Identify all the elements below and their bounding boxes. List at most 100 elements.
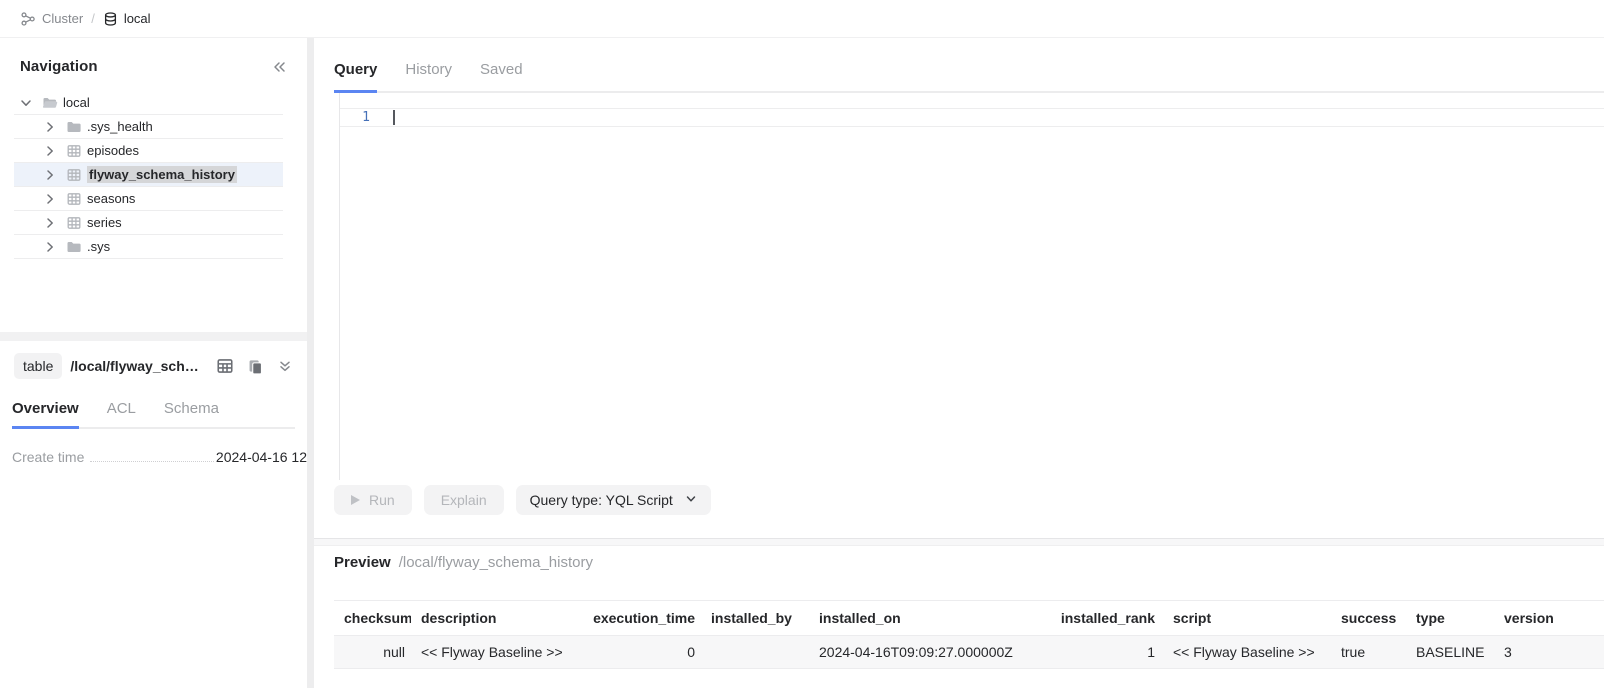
expand-panel-icon[interactable] bbox=[277, 358, 293, 374]
explain-button-label: Explain bbox=[441, 492, 487, 508]
collapse-sidebar-button[interactable] bbox=[271, 59, 287, 75]
explain-button[interactable]: Explain bbox=[424, 485, 504, 515]
tree-item-label: flyway_schema_history bbox=[87, 166, 237, 183]
tree-item-label: .sys_health bbox=[87, 119, 153, 134]
tab-query[interactable]: Query bbox=[334, 38, 377, 93]
column-header-type[interactable]: type bbox=[1406, 601, 1494, 636]
tree-item-flyway-schema-history[interactable]: flyway_schema_history bbox=[14, 163, 283, 187]
chevron-right-icon[interactable] bbox=[43, 216, 57, 230]
tab-schema[interactable]: Schema bbox=[164, 379, 219, 429]
navigation-tree: local .sys_health bbox=[0, 91, 307, 259]
chevron-right-icon[interactable] bbox=[43, 192, 57, 206]
query-type-label: Query type: YQL Script bbox=[530, 492, 673, 508]
sidebar: Navigation bbox=[0, 38, 307, 688]
tree-item-episodes[interactable]: episodes bbox=[14, 139, 283, 163]
tree-item-label: series bbox=[87, 215, 122, 230]
chevron-right-icon[interactable] bbox=[43, 168, 57, 182]
tab-overview[interactable]: Overview bbox=[12, 379, 79, 429]
column-header-installed-by[interactable]: installed_by bbox=[701, 601, 809, 636]
navigation-title: Navigation bbox=[20, 58, 98, 75]
sidebar-vertical-resizer[interactable] bbox=[307, 38, 314, 688]
cluster-nodes-icon bbox=[20, 11, 36, 27]
cell-installed-rank: 1 bbox=[1049, 636, 1161, 669]
query-actions: Run Explain Query type: YQL Script bbox=[314, 480, 1604, 538]
object-path-row: table /local/flyway_sch… bbox=[0, 341, 307, 379]
column-header-success[interactable]: success bbox=[1331, 601, 1406, 636]
column-header-installed-on[interactable]: installed_on bbox=[809, 601, 1049, 636]
table-icon bbox=[66, 191, 82, 207]
column-header-checksum[interactable]: checksum bbox=[334, 601, 411, 636]
tree-item-series[interactable]: series bbox=[14, 211, 283, 235]
dotted-leader bbox=[90, 461, 214, 462]
object-type-badge: table bbox=[14, 353, 62, 379]
text-cursor bbox=[393, 110, 395, 125]
breadcrumb-cluster[interactable]: Cluster bbox=[42, 11, 83, 26]
run-button[interactable]: Run bbox=[334, 485, 412, 515]
main-content: Query History Saved 1 Run Explain bbox=[314, 38, 1604, 688]
object-summary-panel: table /local/flyway_sch… bbox=[0, 341, 307, 688]
chevron-down-icon[interactable] bbox=[19, 96, 33, 110]
folder-icon bbox=[66, 239, 82, 255]
cell-execution-time: 0 bbox=[579, 636, 701, 669]
editor-current-line: 1 bbox=[340, 108, 1604, 127]
preview-title: Preview bbox=[334, 553, 391, 573]
column-header-description[interactable]: description bbox=[411, 601, 579, 636]
query-code-editor[interactable]: 1 bbox=[339, 93, 1604, 480]
column-header-installed-rank[interactable]: installed_rank bbox=[1049, 601, 1161, 636]
cell-checksum: null bbox=[334, 636, 411, 669]
preview-table: checksum description execution_time inst… bbox=[334, 600, 1604, 669]
line-number: 1 bbox=[340, 109, 394, 126]
copy-path-icon[interactable] bbox=[247, 358, 264, 375]
preview-panel: Preview /local/flyway_schema_history che… bbox=[314, 546, 1604, 688]
cell-description: << Flyway Baseline >> bbox=[411, 636, 579, 669]
navigation-panel: Navigation bbox=[0, 38, 307, 332]
object-actions bbox=[216, 357, 293, 375]
query-type-select[interactable]: Query type: YQL Script bbox=[516, 485, 711, 515]
column-header-script[interactable]: script bbox=[1161, 601, 1331, 636]
run-button-label: Run bbox=[369, 492, 395, 508]
cell-success: true bbox=[1331, 636, 1406, 669]
tree-item-label: .sys bbox=[87, 239, 110, 254]
chevron-right-icon[interactable] bbox=[43, 240, 57, 254]
breadcrumb: Cluster / local bbox=[0, 0, 1604, 38]
cell-installed-on: 2024-04-16T09:09:27.000000Z bbox=[809, 636, 1049, 669]
create-time-value: 2024-04-16 12 bbox=[216, 449, 307, 465]
database-icon bbox=[103, 11, 118, 27]
table-icon bbox=[66, 215, 82, 231]
object-path: /local/flyway_sch… bbox=[70, 358, 198, 374]
cell-installed-by bbox=[701, 636, 809, 669]
sidebar-horizontal-resizer[interactable] bbox=[0, 332, 307, 341]
table-icon bbox=[66, 143, 82, 159]
cell-type: BASELINE bbox=[1406, 636, 1494, 669]
cell-script: << Flyway Baseline >> bbox=[1161, 636, 1331, 669]
preview-table-row[interactable]: null << Flyway Baseline >> 0 2024-04-16T… bbox=[334, 636, 1604, 669]
breadcrumb-separator: / bbox=[91, 11, 95, 26]
chevron-right-icon[interactable] bbox=[43, 120, 57, 134]
pane-horizontal-resizer[interactable] bbox=[314, 538, 1604, 546]
tree-item-label: local bbox=[63, 95, 90, 110]
tree-item-sys[interactable]: .sys bbox=[14, 235, 283, 259]
table-icon bbox=[66, 167, 82, 183]
open-preview-icon[interactable] bbox=[216, 357, 234, 375]
tree-item-seasons[interactable]: seasons bbox=[14, 187, 283, 211]
column-header-version[interactable]: version bbox=[1494, 601, 1604, 636]
tree-item-label: episodes bbox=[87, 143, 139, 158]
chevron-right-icon[interactable] bbox=[43, 144, 57, 158]
preview-header: Preview /local/flyway_schema_history bbox=[334, 553, 1604, 573]
tab-acl[interactable]: ACL bbox=[107, 379, 136, 429]
query-tabs: Query History Saved bbox=[334, 38, 1604, 93]
breadcrumb-entity[interactable]: local bbox=[124, 11, 151, 26]
create-time-row: Create time 2024-04-16 12 bbox=[12, 449, 307, 465]
navigation-header: Navigation bbox=[0, 38, 307, 75]
preview-path: /local/flyway_schema_history bbox=[399, 553, 593, 573]
preview-table-header-row: checksum description execution_time inst… bbox=[334, 601, 1604, 636]
tab-saved[interactable]: Saved bbox=[480, 38, 523, 93]
tab-history[interactable]: History bbox=[405, 38, 452, 93]
cell-version: 3 bbox=[1494, 636, 1604, 669]
column-header-execution-time[interactable]: execution_time bbox=[579, 601, 701, 636]
tree-item-local[interactable]: local bbox=[14, 91, 283, 115]
tree-item-sys-health[interactable]: .sys_health bbox=[14, 115, 283, 139]
play-icon bbox=[351, 495, 360, 505]
folder-open-icon bbox=[42, 95, 58, 111]
object-tabs: Overview ACL Schema bbox=[12, 379, 295, 429]
